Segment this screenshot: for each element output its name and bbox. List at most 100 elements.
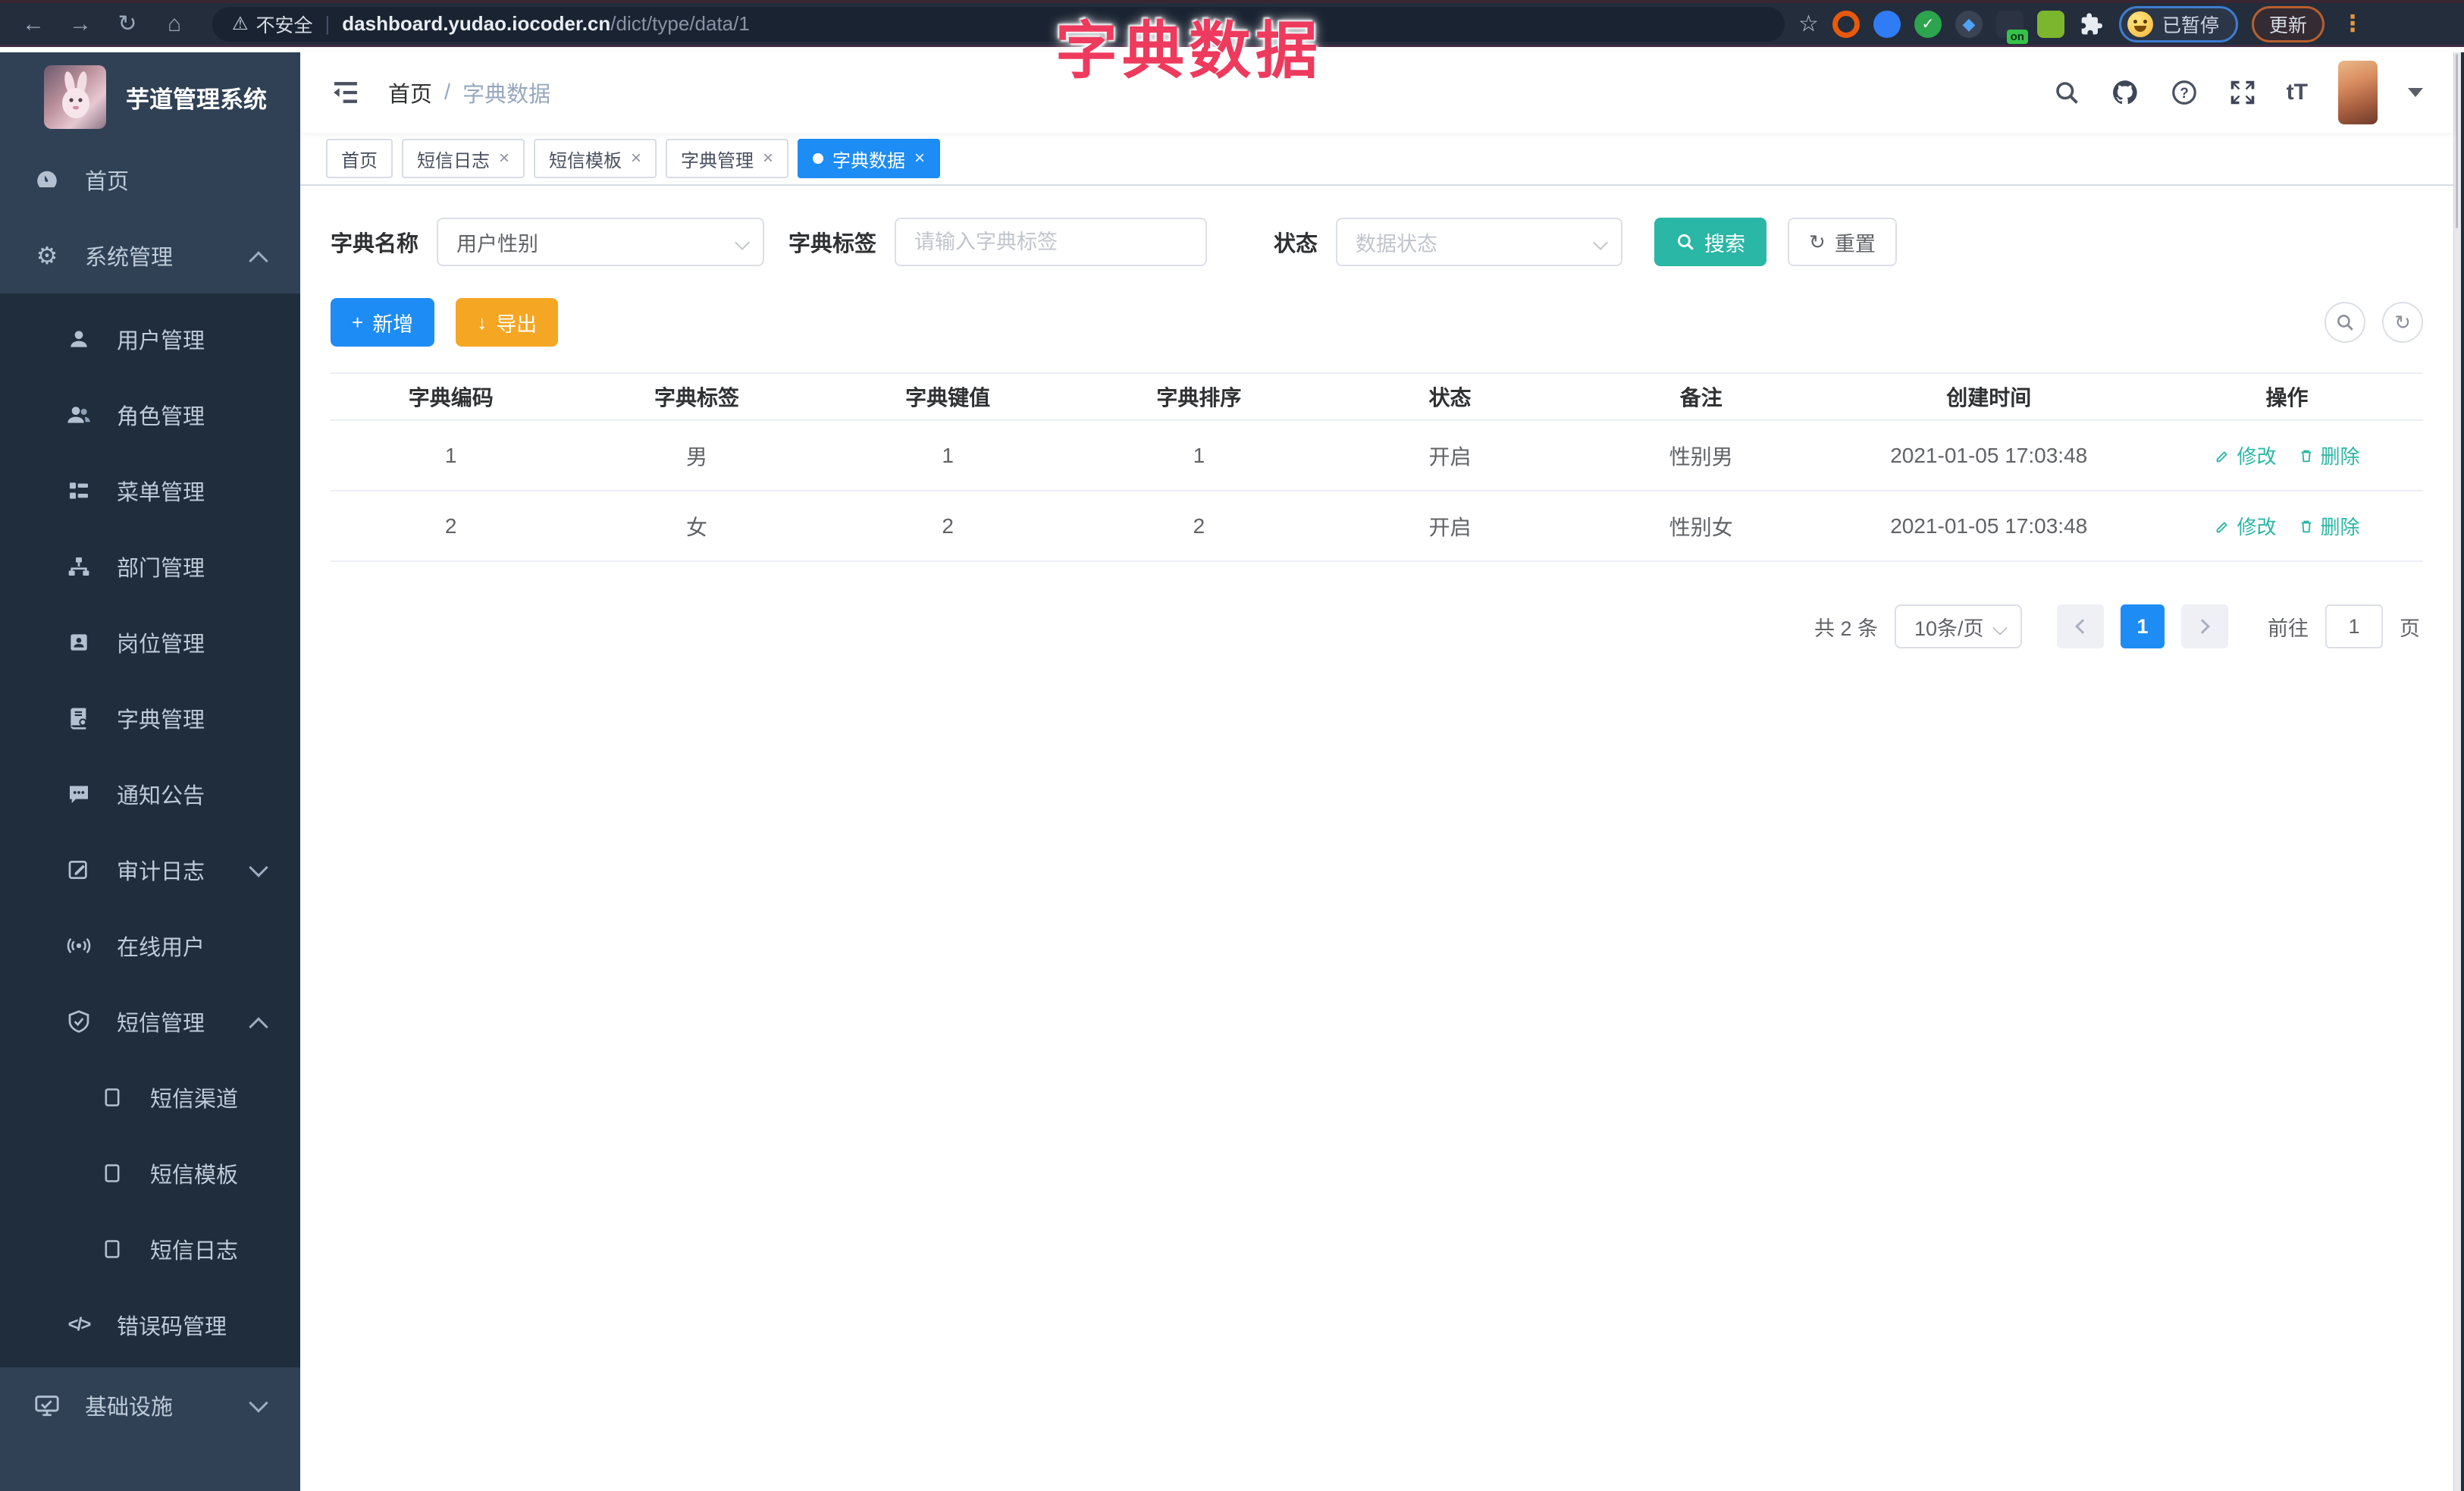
dict-name-select[interactable]: 用户性别 (437, 218, 765, 266)
scrollbar-thumb[interactable] (2456, 54, 2458, 228)
extension-leaf-icon[interactable] (2036, 10, 2064, 38)
goto-page-input[interactable] (2325, 604, 2383, 648)
tab-label: 短信日志 (417, 150, 490, 171)
font-size-icon[interactable]: tT (2287, 80, 2308, 105)
sidebar-item-user-mgmt[interactable]: 用户管理 (0, 301, 300, 377)
delete-link[interactable]: 删除 (2298, 512, 2360, 540)
search-button[interactable]: 搜索 (1654, 218, 1767, 266)
chevron-down-icon (249, 1393, 268, 1413)
dict-tag-label: 字典标签 (788, 232, 877, 256)
github-icon[interactable] (2111, 78, 2140, 107)
sidebar-item-post-mgmt[interactable]: 岗位管理 (0, 604, 300, 680)
device-icon (97, 1163, 127, 1184)
sidebar-item-label: 字典管理 (117, 708, 205, 733)
extension-orange-icon[interactable] (1832, 10, 1860, 38)
breadcrumb-home[interactable]: 首页 (388, 77, 432, 108)
security-label[interactable]: 不安全 (256, 11, 313, 38)
browser-back-icon[interactable]: ← (14, 8, 53, 41)
close-icon[interactable]: × (763, 148, 773, 169)
extension-blue-icon[interactable] (1873, 10, 1901, 38)
add-button[interactable]: + 新增 (331, 298, 435, 347)
tab-sms-template[interactable]: 短信模板 × (534, 139, 657, 178)
sidebar-item-menu-mgmt[interactable]: 菜单管理 (0, 453, 300, 529)
status-select[interactable]: 数据状态 (1336, 218, 1623, 266)
tab-dict-mgmt[interactable]: 字典管理 × (666, 139, 789, 178)
search-icon[interactable] (2053, 79, 2080, 106)
table-toolbar: + 新增 ↓ 导出 ↻ (331, 298, 2423, 347)
refresh-table-button[interactable]: ↻ (2382, 302, 2423, 343)
extensions-puzzle-icon[interactable] (2078, 11, 2105, 38)
sidebar-item-sms-template[interactable]: 短信模板 (0, 1135, 300, 1211)
status-label: 状态 (1274, 232, 1318, 256)
cell-value: 2 (942, 513, 954, 538)
help-icon[interactable]: ? (2170, 78, 2199, 107)
prev-page-button[interactable] (2057, 604, 2104, 648)
sidebar-item-home[interactable]: 首页 (0, 142, 300, 218)
toggle-search-button[interactable] (2324, 302, 2365, 343)
sidebar-item-sms-channel[interactable]: 短信渠道 (0, 1059, 300, 1135)
close-icon[interactable]: × (499, 148, 509, 169)
bookmark-star-icon[interactable]: ☆ (1798, 11, 1819, 37)
reset-button[interactable]: ↻ 重置 (1788, 218, 1897, 266)
browser-menu-icon[interactable]: ⋮ (2341, 11, 2364, 37)
sidebar-item-sms-log[interactable]: 短信日志 (0, 1211, 300, 1287)
address-bar[interactable]: ⚠ 不安全 | dashboard.yudao.iocoder.cn /dict… (212, 6, 1785, 42)
dict-tag-input[interactable] (914, 230, 1188, 254)
user-avatar[interactable] (2338, 61, 2378, 124)
pagination: 共 2 条 10条/页 1 前往 页 (331, 604, 2423, 648)
sidebar-item-dept-mgmt[interactable]: 部门管理 (0, 529, 300, 604)
app-title: 芋道管理系统 (126, 86, 267, 113)
sidebar-item-label: 在线用户 (117, 936, 205, 960)
export-button[interactable]: ↓ 导出 (456, 298, 559, 347)
delete-label: 删除 (2320, 516, 2360, 538)
sidebar-item-role-mgmt[interactable]: 角色管理 (0, 377, 300, 453)
paused-label: 已暂停 (2161, 14, 2219, 36)
plus-icon: + (352, 311, 364, 334)
profile-paused-badge[interactable]: 已暂停 (2118, 5, 2238, 42)
log-edit-icon (64, 858, 94, 882)
fullscreen-icon[interactable] (2229, 79, 2256, 106)
cell-status: 开启 (1428, 444, 1472, 469)
tab-label: 字典管理 (681, 150, 754, 171)
page-size-select[interactable]: 10条/页 (1895, 604, 2022, 648)
chevron-down-icon (1992, 620, 2008, 636)
tab-sms-log[interactable]: 短信日志 × (402, 139, 525, 178)
sidebar-item-errorcode-mgmt[interactable]: </> 错误码管理 (0, 1287, 300, 1363)
sidebar-item-sms-mgmt[interactable]: 短信管理 (0, 984, 300, 1059)
sidebar-item-label: 短信渠道 (150, 1088, 239, 1112)
edit-label: 修改 (2237, 516, 2277, 538)
close-icon[interactable]: × (631, 148, 641, 169)
sidebar-item-infra[interactable]: 基础设施 (0, 1367, 300, 1443)
sidebar-item-dict-mgmt[interactable]: 字典管理 (0, 680, 300, 756)
sidebar-item-online-users[interactable]: 在线用户 (0, 908, 300, 984)
page-unit-label: 页 (2400, 617, 2420, 640)
url-host: dashboard.yudao.iocoder.cn (342, 12, 611, 35)
breadcrumb-current: 字典数据 (462, 83, 551, 107)
sidebar-collapse-icon[interactable] (331, 77, 361, 108)
browser-forward-icon[interactable]: → (61, 8, 100, 41)
extension-on-icon[interactable]: on (1995, 10, 2028, 44)
next-page-button[interactable] (2181, 604, 2228, 648)
browser-reload-icon[interactable]: ↻ (108, 8, 147, 41)
tab-dict-data[interactable]: 字典数据 × (798, 139, 941, 178)
sidebar-item-notice[interactable]: 通知公告 (0, 756, 300, 832)
close-icon[interactable]: × (914, 148, 925, 169)
extension-chart-icon[interactable]: ◆ (1955, 10, 1983, 38)
edit-link[interactable]: 修改 (2215, 441, 2277, 469)
browser-update-button[interactable]: 更新 (2251, 5, 2324, 42)
broadcast-icon (64, 933, 94, 959)
sidebar-item-audit-log[interactable]: 审计日志 (0, 832, 300, 908)
extension-check-icon[interactable]: ✓ (1914, 10, 1942, 38)
svg-text:?: ? (2180, 86, 2189, 102)
reset-button-label: 重置 (1834, 232, 1876, 256)
badge-icon (64, 630, 94, 654)
page-scrollbar[interactable] (2453, 52, 2464, 1491)
browser-home-icon[interactable]: ⌂ (155, 8, 194, 41)
tab-home[interactable]: 首页 (326, 139, 393, 178)
sidebar-item-system[interactable]: ⚙ 系统管理 (0, 218, 300, 293)
sidebar-logo[interactable]: 芋道管理系统 (0, 52, 300, 142)
page-number-1[interactable]: 1 (2121, 604, 2165, 648)
edit-link[interactable]: 修改 (2215, 512, 2277, 540)
delete-link[interactable]: 删除 (2298, 441, 2360, 469)
caret-down-icon[interactable] (2408, 88, 2423, 97)
